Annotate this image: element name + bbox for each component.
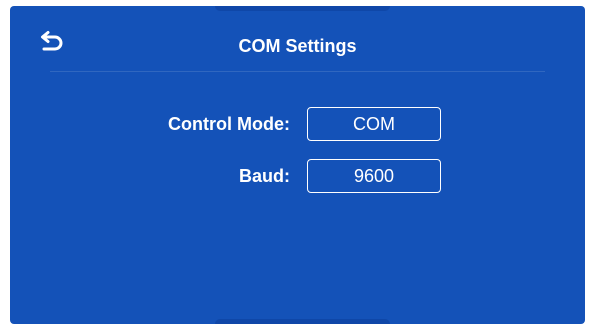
control-mode-label: Control Mode: [168,114,290,134]
baud-select[interactable]: 9600 [307,159,441,193]
page-title: COM Settings [238,36,357,56]
control-mode-select[interactable]: COM [307,107,441,141]
bottom-notch [215,319,390,324]
com-settings-screen: COM Settings Control Mode: COM Baud: 960… [10,6,585,324]
header-divider [50,71,545,72]
top-notch [215,6,390,11]
baud-label: Baud: [239,166,290,186]
